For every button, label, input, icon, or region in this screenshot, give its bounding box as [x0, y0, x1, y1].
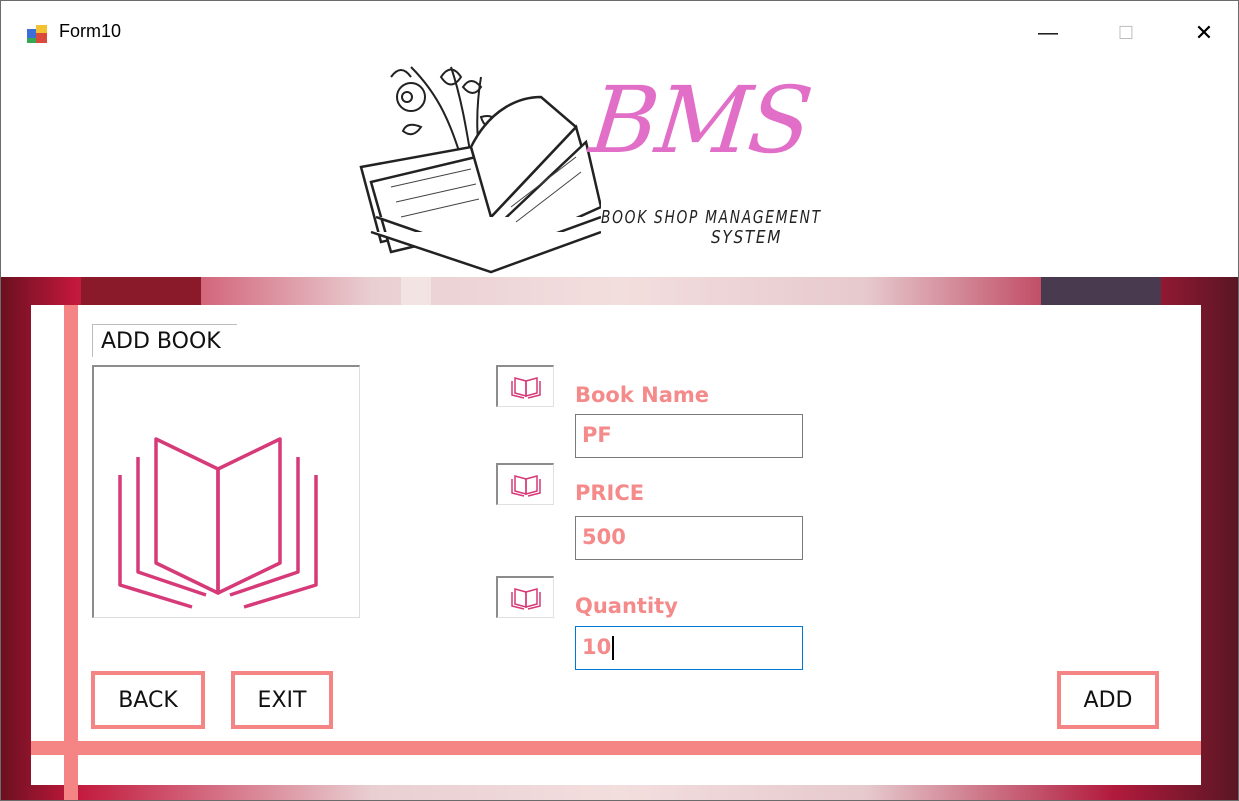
brand-tagline-line1: BOOK SHOP MANAGEMENT [601, 207, 822, 228]
quantity-icon-box [496, 576, 554, 618]
quantity-label: Quantity [575, 594, 678, 618]
add-book-group-title: ADD BOOK [92, 324, 237, 357]
brand-title: BMS [585, 67, 816, 174]
quantity-input[interactable]: 10 [575, 626, 803, 670]
price-value: 500 [582, 525, 626, 549]
close-button[interactable]: ✕ [1181, 13, 1227, 53]
open-book-logo-icon [359, 66, 601, 274]
book-name-value: PF [582, 423, 612, 447]
open-book-icon [118, 437, 318, 609]
book-picture-box [92, 365, 360, 618]
accent-bar-horizontal [31, 741, 1201, 755]
book-name-input[interactable]: PF [575, 414, 803, 458]
accent-bar-vertical [64, 305, 78, 800]
price-label: PRICE [575, 481, 645, 505]
window-title: Form10 [59, 21, 122, 41]
header-banner: BMS BOOK SHOP MANAGEMENT SYSTEM [1, 57, 1238, 277]
app-icon [27, 25, 47, 43]
minimize-icon: — [1038, 21, 1058, 44]
app-window: Form10 — ☐ ✕ BMS BOOK SHOP MANAGEMENT SY… [0, 0, 1239, 801]
exit-button[interactable]: EXIT [231, 671, 333, 729]
quantity-value: 10 [582, 635, 612, 659]
text-caret [612, 636, 615, 660]
minimize-button[interactable]: — [1025, 13, 1071, 53]
book-name-label: Book Name [575, 383, 710, 407]
book-icon [510, 587, 541, 610]
maximize-icon: ☐ [1117, 22, 1135, 43]
price-input[interactable]: 500 [575, 516, 803, 560]
book-icon [510, 474, 541, 497]
book-name-icon-box [496, 365, 554, 407]
close-icon: ✕ [1194, 20, 1214, 45]
book-icon [510, 376, 541, 399]
title-bar[interactable]: Form10 — ☐ ✕ [1, 1, 1238, 57]
price-icon-box [496, 463, 554, 505]
maximize-button[interactable]: ☐ [1103, 13, 1149, 53]
brand-tagline-line2: SYSTEM [711, 227, 783, 248]
add-button[interactable]: ADD [1057, 671, 1159, 729]
back-button[interactable]: BACK [91, 671, 205, 729]
